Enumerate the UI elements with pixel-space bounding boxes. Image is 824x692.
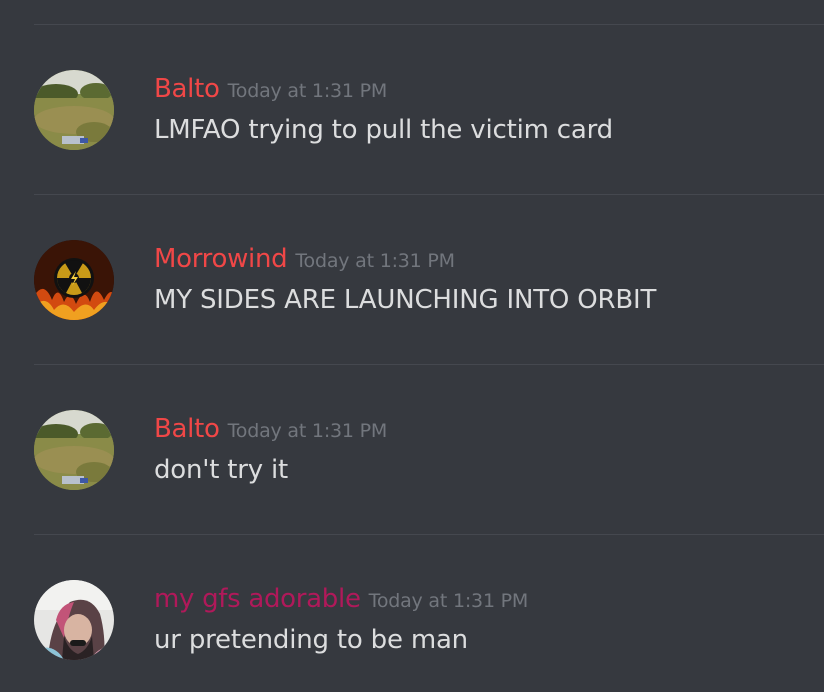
message-content: MY SIDES ARE LAUNCHING INTO ORBIT — [154, 285, 657, 315]
message-divider — [34, 24, 824, 25]
user-avatar[interactable] — [34, 240, 114, 320]
message-timestamp: Today at 1:31 PM — [227, 420, 388, 442]
message-timestamp: Today at 1:31 PM — [227, 80, 388, 102]
username[interactable]: Balto — [154, 74, 220, 104]
person-photo-avatar-icon — [34, 580, 114, 660]
message-content: LMFAO trying to pull the victim card — [154, 115, 613, 145]
message-item[interactable]: Morrowind Today at 1:31 PM MY SIDES ARE L… — [0, 240, 824, 340]
message-timestamp: Today at 1:31 PM — [295, 250, 455, 272]
user-avatar[interactable] — [34, 580, 114, 660]
message-content: don't try it — [154, 455, 289, 485]
username[interactable]: my gfs adorable — [154, 584, 361, 614]
message-item[interactable]: my gfs adorable Today at 1:31 PM ur prete… — [0, 580, 824, 680]
username[interactable]: Balto — [154, 414, 220, 444]
user-avatar[interactable] — [34, 70, 114, 150]
user-avatar[interactable] — [34, 410, 114, 490]
username[interactable]: Morrowind — [154, 244, 288, 274]
message-item[interactable]: Balto Today at 1:31 PM LMFAO trying to pu… — [0, 70, 824, 170]
message-divider — [34, 194, 824, 195]
message-content: ur pretending to be man — [154, 625, 468, 655]
message-item[interactable]: Balto Today at 1:31 PM don't try it — [0, 410, 824, 510]
field-photo-avatar-icon — [34, 410, 114, 490]
message-divider — [34, 534, 824, 535]
radiation-fire-avatar-icon — [34, 240, 114, 320]
field-photo-avatar-icon — [34, 70, 114, 150]
message-timestamp: Today at 1:31 PM — [368, 590, 529, 612]
message-divider — [34, 364, 824, 365]
